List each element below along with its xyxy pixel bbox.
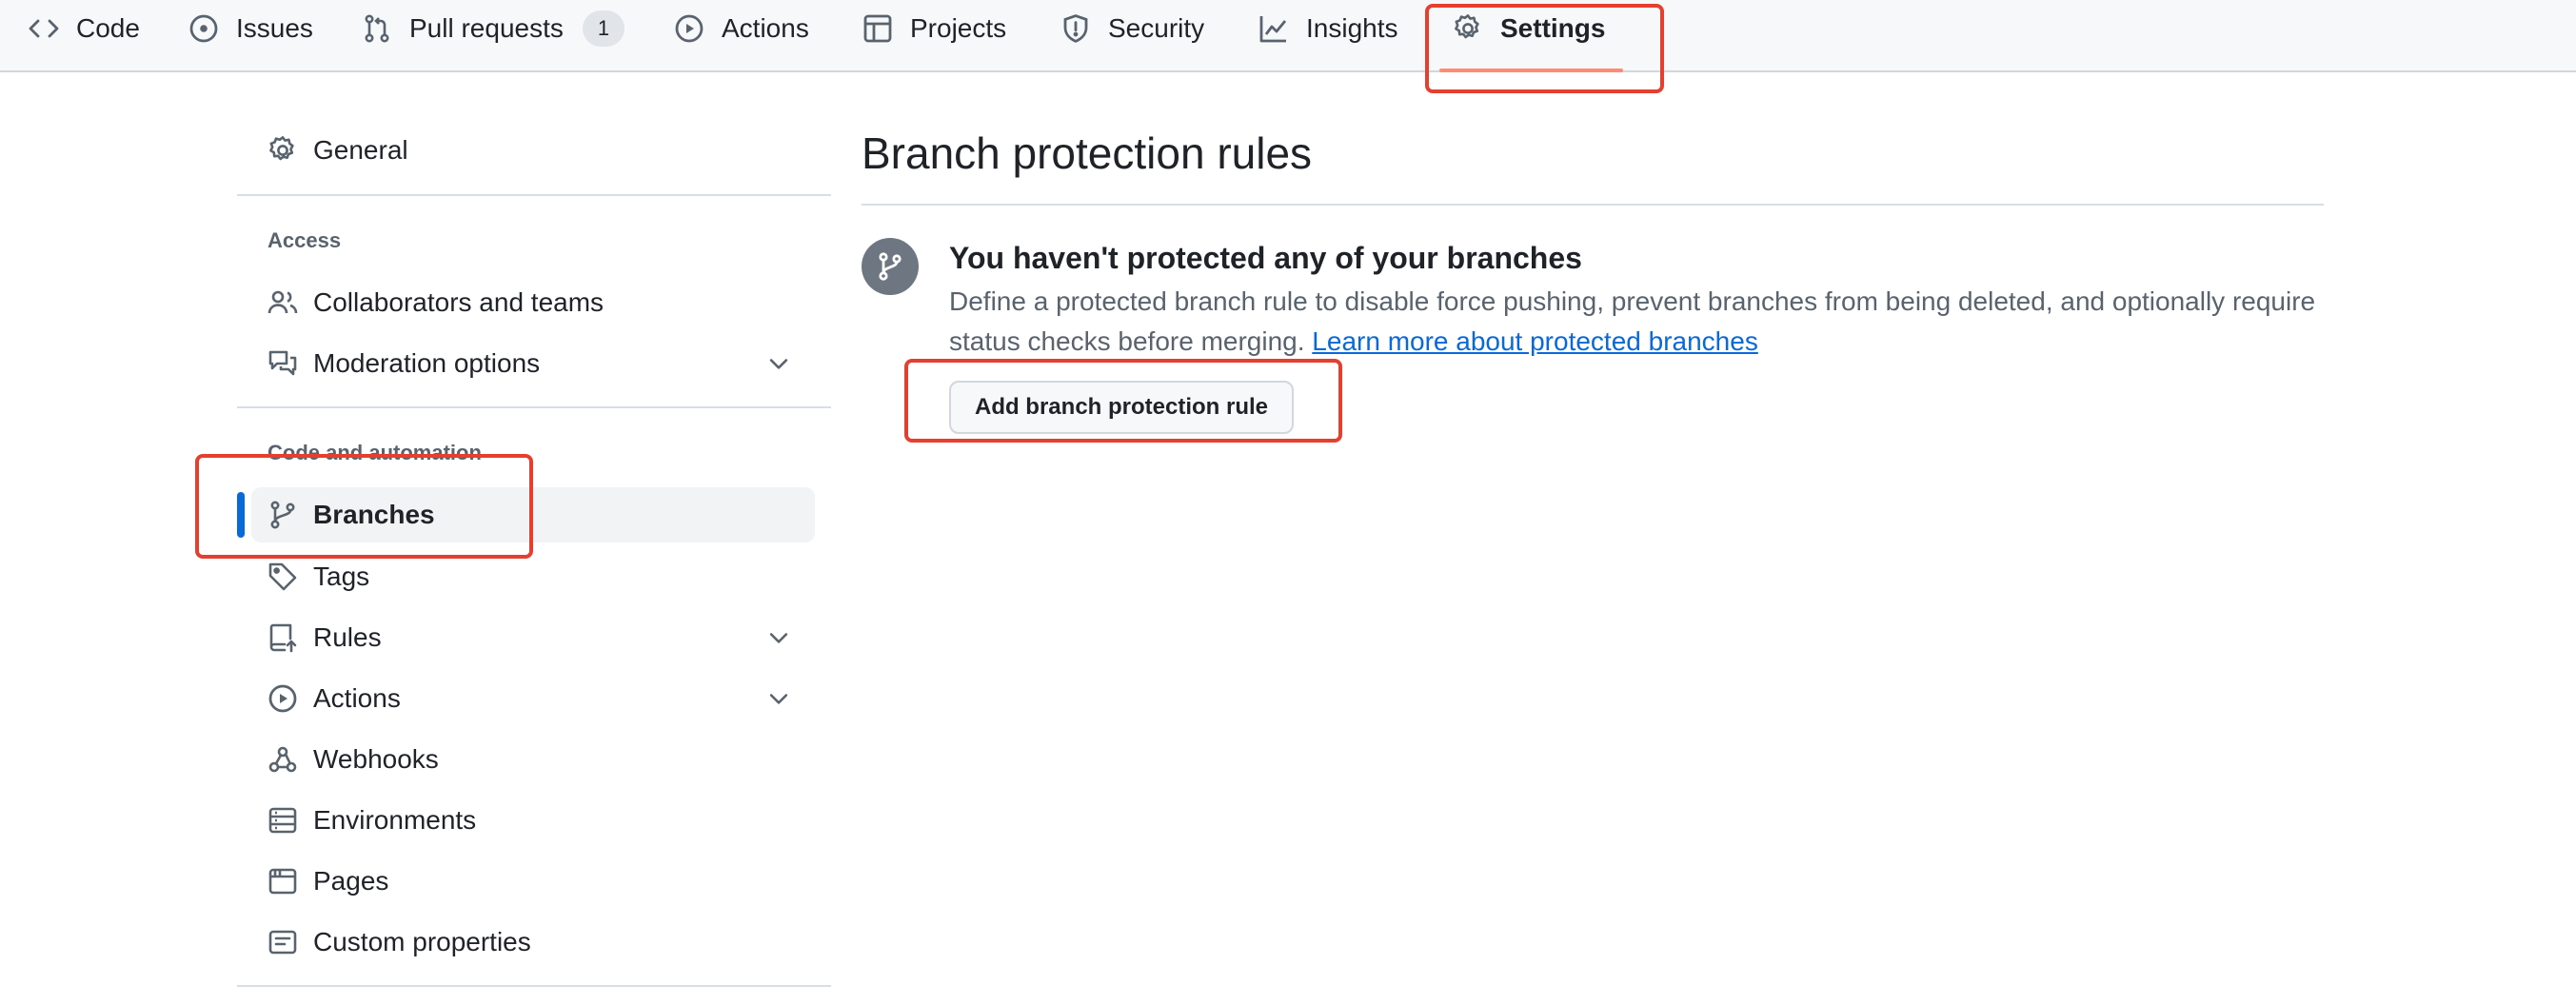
sidebar-item-rules[interactable]: Rules <box>251 610 815 665</box>
sidebar-divider <box>237 406 831 408</box>
tab-pull-requests[interactable]: Pull requests 1 <box>362 0 625 57</box>
tab-code[interactable]: Code <box>29 0 140 57</box>
learn-more-link[interactable]: Learn more about protected branches <box>1312 326 1758 356</box>
sidebar-item-general[interactable]: General <box>251 123 815 178</box>
pull-requests-count-badge: 1 <box>582 10 625 47</box>
tab-insights[interactable]: Insights <box>1258 0 1398 57</box>
issue-icon <box>189 14 218 43</box>
branch-icon <box>862 238 919 295</box>
branch-icon <box>270 501 295 529</box>
sidebar-item-label: Actions <box>313 683 401 713</box>
tab-issues[interactable]: Issues <box>188 0 313 57</box>
sidebar-item-label: Tags <box>313 562 370 591</box>
selected-item-indicator <box>237 492 245 538</box>
code-icon <box>29 19 59 38</box>
gear-icon <box>1455 14 1479 39</box>
shield-icon <box>1063 14 1088 43</box>
browser-icon <box>268 868 297 895</box>
tab-security[interactable]: Security <box>1060 0 1204 57</box>
sidebar-item-webhooks[interactable]: Webhooks <box>251 732 815 787</box>
sidebar-item-pages[interactable]: Pages <box>251 854 815 909</box>
sidebar-heading-access: Access <box>268 228 342 252</box>
sidebar-divider <box>237 194 831 196</box>
chevron-down-icon[interactable] <box>765 685 792 712</box>
tab-actions-label: Actions <box>722 13 809 43</box>
sidebar-item-label: Branches <box>313 500 435 529</box>
tab-code-label: Code <box>76 13 140 43</box>
sidebar-item-custom-properties[interactable]: Custom properties <box>251 915 815 970</box>
sidebar-item-environments[interactable]: Environments <box>251 793 815 848</box>
sidebar-item-moderation[interactable]: Moderation options <box>251 336 815 391</box>
blankslate-heading: You haven't protected any of your branch… <box>949 241 1582 275</box>
table-icon <box>863 14 892 43</box>
sidebar-item-collaborators[interactable]: Collaborators and teams <box>251 275 815 330</box>
sidebar-item-branches[interactable]: Branches <box>251 487 815 542</box>
sidebar-heading-code-automation: Code and automation <box>268 441 482 464</box>
title-divider <box>862 204 2324 206</box>
active-tab-underline <box>1439 69 1623 72</box>
tab-insights-label: Insights <box>1306 13 1398 43</box>
graph-icon <box>1259 16 1287 43</box>
tab-projects[interactable]: Projects <box>862 0 1006 57</box>
page-title: Branch protection rules <box>862 128 1313 178</box>
tab-settings-label: Settings <box>1500 13 1606 43</box>
repo-nav: Code Issues Pull requests 1 Actions Proj… <box>0 0 2576 72</box>
tab-projects-label: Projects <box>910 13 1007 43</box>
add-branch-protection-rule-button[interactable]: Add branch protection rule <box>949 381 1294 434</box>
sidebar-item-label: Rules <box>313 622 382 652</box>
sidebar-item-label: Moderation options <box>313 348 541 378</box>
tab-security-label: Security <box>1108 13 1205 43</box>
sidebar-item-label: Environments <box>313 805 477 835</box>
sidebar-item-label: Collaborators and teams <box>313 287 604 317</box>
comment-discussion-icon <box>268 350 297 376</box>
server-icon <box>268 807 297 834</box>
tab-pull-requests-label: Pull requests <box>409 13 564 43</box>
pull-request-icon <box>365 14 389 43</box>
play-icon <box>675 14 703 43</box>
sidebar-item-tags[interactable]: Tags <box>251 549 815 604</box>
play-icon <box>268 684 297 713</box>
sidebar-item-label: General <box>313 135 408 165</box>
sidebar-item-actions[interactable]: Actions <box>251 671 815 726</box>
sidebar-divider <box>237 985 831 987</box>
note-icon <box>268 930 297 955</box>
webhook-icon <box>268 746 297 773</box>
chevron-down-icon[interactable] <box>765 350 792 377</box>
sidebar-item-label: Custom properties <box>313 927 531 956</box>
sidebar-item-label: Pages <box>313 866 389 896</box>
tab-issues-label: Issues <box>236 13 313 43</box>
sidebar-item-label: Webhooks <box>313 744 439 774</box>
repo-push-icon <box>269 623 297 653</box>
tag-icon <box>268 562 297 591</box>
blankslate-description: Define a protected branch rule to disabl… <box>949 282 2339 362</box>
tab-settings[interactable]: Settings <box>1453 0 1605 57</box>
chevron-down-icon[interactable] <box>765 624 792 651</box>
gear-icon <box>269 136 294 161</box>
tab-actions[interactable]: Actions <box>674 0 809 57</box>
people-icon <box>268 290 298 314</box>
